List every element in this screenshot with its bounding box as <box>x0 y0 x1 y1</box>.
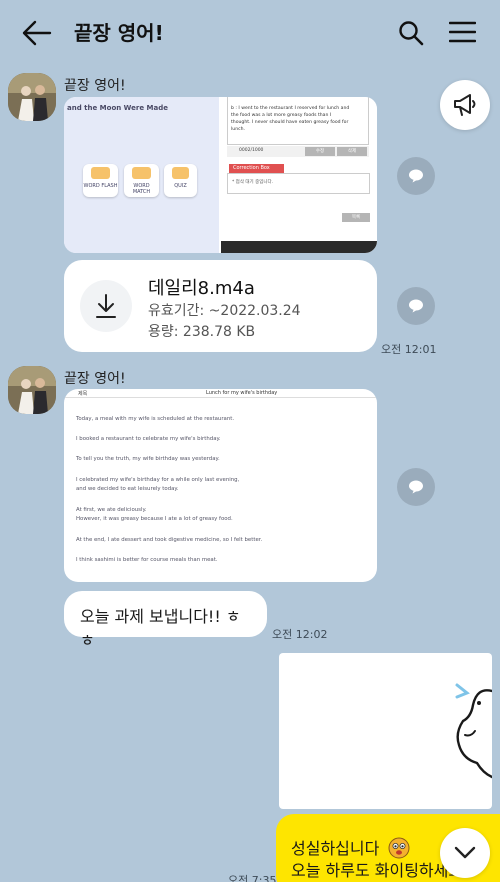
sender-name: 끝장 영어! <box>64 371 126 387</box>
file-message[interactable]: 데일리8.m4a 유효기간: ~2022.03.24 용량: 238.78 KB <box>64 260 377 352</box>
avatar-photo-icon <box>8 366 56 414</box>
doc-line: I think sashimi is better for course mea… <box>76 557 218 563</box>
collage-footer <box>221 241 377 253</box>
doc-line: I booked a restaurant to celebrate my wi… <box>76 436 221 442</box>
file-validity: 유효기간: ~2022.03.24 <box>148 303 301 319</box>
chevron-down-icon <box>454 846 476 859</box>
sent-image[interactable] <box>279 653 492 809</box>
correction-box: * 첨삭 대기 중입니다. <box>227 173 370 194</box>
quiz-card: QUIZ <box>164 164 197 197</box>
file-name: 데일리8.m4a <box>148 278 255 299</box>
sender-name: 끝장 영어! <box>64 78 126 94</box>
collage-image-left[interactable]: and the Moon Were Made WORD FLASH WORD M… <box>64 97 219 253</box>
megaphone-icon <box>454 94 476 116</box>
share-button[interactable] <box>397 157 435 195</box>
notice-button[interactable] <box>440 80 490 130</box>
avatar-photo-icon <box>8 73 56 121</box>
back-arrow-icon[interactable] <box>22 20 52 46</box>
answer-toolbar: 0002/1000 수정 삭제 <box>227 146 369 157</box>
doc-line: At the end, I ate dessert and took diges… <box>76 537 263 543</box>
message-time: 오전 12:02 <box>272 628 328 641</box>
list-button: 목록 <box>342 213 370 222</box>
message-time: 오전 7:35 <box>228 874 277 882</box>
cheering-emoticon-icon <box>388 837 410 859</box>
answer-text: b : I went to the restaurant I reserved … <box>231 106 350 132</box>
chat-header: 끝장 영어! <box>0 0 500 64</box>
chat-title: 끝장 영어! <box>74 21 164 45</box>
message-time: 오전 12:01 <box>381 343 437 356</box>
document-image[interactable]: 제목 Lunch for my wife's birthday Today, a… <box>64 389 377 582</box>
scroll-to-bottom-button[interactable] <box>440 828 490 878</box>
speech-bubble-icon <box>409 299 423 313</box>
doc-line: I celebrated my wife's birthday for a wh… <box>76 477 240 483</box>
collage-image-right[interactable]: b : I went to the restaurant I reserved … <box>221 97 377 253</box>
sender-avatar[interactable] <box>8 366 56 414</box>
doc-line: At first, we ate deliciously. <box>76 507 147 513</box>
image-collage[interactable]: and the Moon Were Made WORD FLASH WORD M… <box>64 97 377 253</box>
doc-line: and we decided to eat leisurely today. <box>76 486 179 492</box>
correction-label: Correction Box <box>229 164 284 173</box>
share-button[interactable] <box>397 287 435 325</box>
share-button[interactable] <box>397 468 435 506</box>
file-size: 용량: 238.78 KB <box>148 324 256 340</box>
download-icon <box>96 294 116 318</box>
word-match-card: WORD MATCH <box>124 164 159 197</box>
speech-bubble-icon <box>409 480 423 494</box>
collage-left-title: and the Moon Were Made <box>67 104 168 112</box>
doc-line: To tell you the truth, my wife birthday … <box>76 456 220 462</box>
word-flash-card: WORD FLASH <box>83 164 118 197</box>
doc-line: Today, a meal with my wife is scheduled … <box>76 416 235 422</box>
text-message[interactable]: 오늘 과제 보냅니다!! ㅎㅎ <box>64 591 267 650</box>
speech-bubble-icon <box>409 169 423 183</box>
sender-avatar[interactable] <box>8 73 56 121</box>
drawing-image-icon <box>455 683 492 779</box>
doc-line: However, it was greasy because I ate a l… <box>76 516 233 522</box>
doc-header: 제목 Lunch for my wife's birthday <box>64 389 377 398</box>
hamburger-menu-icon[interactable] <box>449 21 476 43</box>
download-button[interactable] <box>80 280 132 332</box>
search-icon[interactable] <box>398 20 424 46</box>
